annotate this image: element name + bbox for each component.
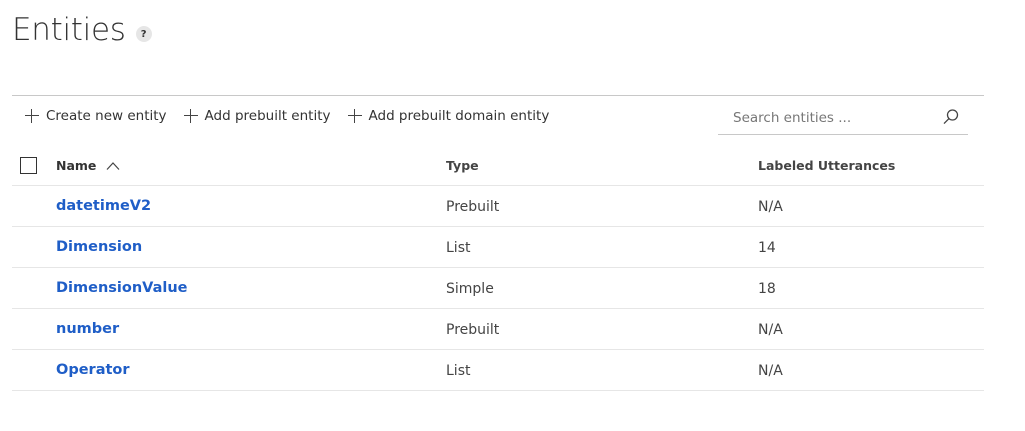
table-row[interactable]: DimensionValue Simple 18 xyxy=(12,268,984,309)
page-header: Entities ? xyxy=(12,8,152,52)
type-column-header[interactable]: Type xyxy=(446,146,479,185)
toolbar: Create new entity Add prebuilt entity Ad… xyxy=(24,103,565,129)
entity-name-link[interactable]: datetimeV2 xyxy=(56,198,151,214)
create-new-entity-button[interactable]: Create new entity xyxy=(24,108,167,124)
labeled-utterances-value: 14 xyxy=(758,240,776,256)
entity-type: Simple xyxy=(446,281,494,297)
chevron-up-icon xyxy=(106,161,120,170)
create-new-entity-label: Create new entity xyxy=(46,108,167,124)
add-prebuilt-domain-entity-button[interactable]: Add prebuilt domain entity xyxy=(347,108,550,124)
entity-name-link[interactable]: Operator xyxy=(56,362,130,378)
name-header-label: Name xyxy=(56,158,97,173)
labeled-utterances-value: 18 xyxy=(758,281,776,297)
plus-icon xyxy=(183,108,199,124)
entity-type: List xyxy=(446,363,471,379)
search-box xyxy=(718,101,968,135)
header-divider xyxy=(12,95,984,96)
labeled-utterances-value: N/A xyxy=(758,322,783,338)
help-icon[interactable]: ? xyxy=(135,26,152,42)
add-prebuilt-entity-label: Add prebuilt entity xyxy=(204,108,331,124)
add-prebuilt-domain-entity-label: Add prebuilt domain entity xyxy=(368,108,550,124)
entity-name-link[interactable]: number xyxy=(56,321,119,337)
table-row[interactable]: Operator List N/A xyxy=(12,350,984,391)
entity-type: Prebuilt xyxy=(446,199,500,215)
entity-type: List xyxy=(446,240,471,256)
entity-type: Prebuilt xyxy=(446,322,500,338)
add-prebuilt-entity-button[interactable]: Add prebuilt entity xyxy=(183,108,331,124)
labeled-utterances-value: N/A xyxy=(758,363,783,379)
page-title: Entities xyxy=(12,12,126,48)
plus-icon xyxy=(347,108,363,124)
select-all-checkbox[interactable] xyxy=(20,157,37,174)
name-column-header[interactable]: Name xyxy=(56,146,120,185)
table-row[interactable]: number Prebuilt N/A xyxy=(12,309,984,350)
search-input[interactable] xyxy=(718,102,928,133)
table-row[interactable]: Dimension List 14 xyxy=(12,227,984,268)
table-row[interactable]: datetimeV2 Prebuilt N/A xyxy=(12,186,984,227)
entity-name-link[interactable]: DimensionValue xyxy=(56,280,188,296)
plus-icon xyxy=(24,108,40,124)
table-header-row: Name Type Labeled Utterances xyxy=(12,146,984,186)
entities-table: Name Type Labeled Utterances datetimeV2 … xyxy=(12,146,984,391)
search-icon[interactable] xyxy=(942,108,960,126)
select-all-cell xyxy=(20,146,37,185)
labeled-utterances-column-header[interactable]: Labeled Utterances xyxy=(758,146,895,185)
labeled-utterances-value: N/A xyxy=(758,199,783,215)
entity-name-link[interactable]: Dimension xyxy=(56,239,142,255)
